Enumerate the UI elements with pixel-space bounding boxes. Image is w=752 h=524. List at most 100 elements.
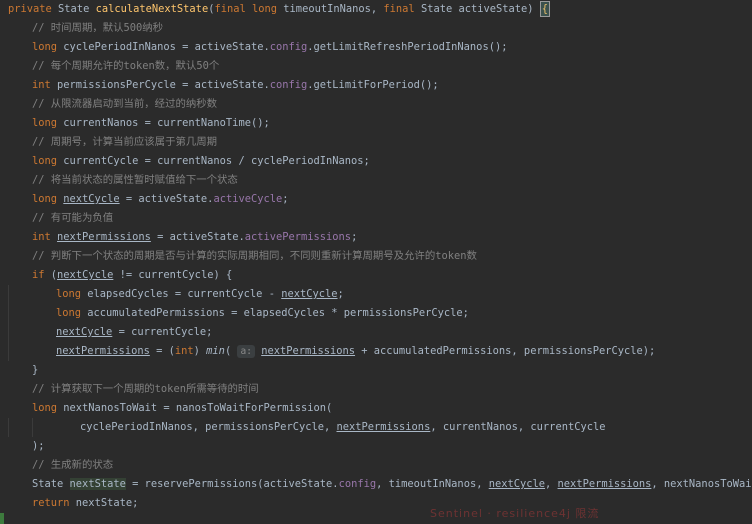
code-comment: // 有可能为负值 [32,212,114,224]
code-text: // 计算获取下一个周期的token所需等待的时间 [32,380,259,399]
code-line[interactable]: nextCycle = currentCycle; [0,323,752,342]
code-line[interactable]: // 生成新的状态 [0,456,752,475]
code-text: long currentNanos = currentNanoTime(); [32,114,270,133]
code-line[interactable]: long nextNanosToWait = nanosToWaitForPer… [0,399,752,418]
code-text: // 从限流器启动到当前，经过的纳秒数 [32,95,217,114]
code-text: if (nextCycle != currentCycle) { [32,266,232,285]
code-line[interactable]: // 周期号，计算当前应该属于第几周期 [0,133,752,152]
code-line[interactable]: // 将当前状态的属性暂时赋值给下一个状态 [0,171,752,190]
code-line[interactable]: // 时间周期，默认500纳秒 [0,19,752,38]
code-token: = reservePermissions(activeState. [125,478,339,490]
code-line[interactable]: long currentCycle = currentNanos / cycle… [0,152,752,171]
code-token: elapsedCycles = currentCycle - [87,288,282,300]
code-token: State [58,3,96,15]
code-line[interactable]: long nextCycle = activeState.activeCycle… [0,190,752,209]
reassigned-variable: nextCycle [281,288,338,300]
code-token: = currentCycle; [112,326,213,338]
code-line[interactable]: long cyclePeriodInNanos = activeState.co… [0,38,752,57]
code-token: ) [193,345,207,357]
keyword: long [32,402,64,414]
code-comment: // 计算获取下一个周期的token所需等待的时间 [32,383,259,395]
reassigned-variable: nextPermissions [336,421,431,433]
keyword: int [174,345,194,357]
code-text: int permissionsPerCycle = activeState.co… [32,76,439,95]
highlighted-identifier: nextState [69,478,126,490]
code-token: = activeState. [119,193,214,205]
reassigned-variable: nextPermissions [56,345,150,357]
code-line[interactable]: private State calculateNextState(final l… [0,0,752,19]
method-name: calculateNextState [95,3,209,15]
code-token: , [545,478,558,490]
code-token: ; [282,193,289,205]
code-token: + accumulatedPermissions, permissionsPer… [355,345,656,357]
code-token: = activeState. [150,231,245,243]
code-text: } [32,361,38,380]
keyword: long [32,41,64,53]
code-token: nextNanosToWait = nanosToWaitForPermissi… [63,402,333,414]
code-token: currentCycle = currentNanos / cyclePerio… [63,155,370,167]
keyword: long [32,155,64,167]
code-line[interactable]: cyclePeriodInNanos, permissionsPerCycle,… [0,418,752,437]
code-line[interactable]: int nextPermissions = activeState.active… [0,228,752,247]
code-line[interactable]: // 每个周期允许的token数，默认50个 [0,57,752,76]
code-line[interactable]: long elapsedCycles = currentCycle - next… [0,285,752,304]
gutter-marker [0,513,4,524]
keyword: int [32,79,58,91]
code-token: State [32,478,70,490]
static-method-call: min [206,345,225,357]
reassigned-variable: nextPermissions [57,231,151,243]
code-token: permissionsPerCycle = activeState. [57,79,270,91]
matched-brace: { [539,1,551,17]
code-token: timeoutInNanos, [283,3,384,15]
code-text: long nextCycle = activeState.activeCycle… [32,190,289,209]
code-token: , currentNanos, currentCycle [430,421,606,433]
code-text: cyclePeriodInNanos, permissionsPerCycle,… [80,418,606,437]
reassigned-variable: nextCycle [488,478,546,490]
code-token: .getLimitRefreshPeriodInNanos(); [307,41,508,53]
code-token: = ( [149,345,175,357]
code-comment: // 判断下一个状态的周期是否与计算的实际周期相同，不同则重新计算周期号及允许的… [32,250,477,262]
keyword: long [56,288,88,300]
code-line[interactable]: // 有可能为负值 [0,209,752,228]
keyword: if [32,269,51,281]
code-token: , nextNanosToWait); [651,478,752,490]
code-line[interactable]: if (nextCycle != currentCycle) { [0,266,752,285]
code-line[interactable]: State nextState = reservePermissions(act… [0,475,752,494]
code-text: return nextState; [32,494,138,513]
code-comment: // 从限流器启动到当前，经过的纳秒数 [32,98,218,110]
code-line[interactable]: long accumulatedPermissions = elapsedCyc… [0,304,752,323]
code-text: long accumulatedPermissions = elapsedCyc… [56,304,469,323]
code-token: cyclePeriodInNanos = activeState. [63,41,270,53]
code-text: // 周期号，计算当前应该属于第几周期 [32,133,217,152]
code-line[interactable]: return nextState; [0,494,752,513]
code-token: != currentCycle) { [113,269,233,281]
code-text: long elapsedCycles = currentCycle - next… [56,285,344,304]
code-line[interactable]: ); [0,437,752,456]
field-access: config [338,478,377,490]
code-token: ; [337,288,344,300]
code-line[interactable]: // 判断下一个状态的周期是否与计算的实际周期相同，不同则重新计算周期号及允许的… [0,247,752,266]
code-text: nextCycle = currentCycle; [56,323,212,342]
code-line[interactable]: // 从限流器启动到当前，经过的纳秒数 [0,95,752,114]
code-text: // 将当前状态的属性暂时赋值给下一个状态 [32,171,238,190]
code-token: ; [351,231,358,243]
code-comment: // 生成新的状态 [32,459,114,471]
code-line[interactable]: int permissionsPerCycle = activeState.co… [0,76,752,95]
code-token: currentNanos = currentNanoTime(); [63,117,270,129]
indent-guide [8,304,9,323]
reassigned-variable: nextCycle [57,269,114,281]
code-text: long nextNanosToWait = nanosToWaitForPer… [32,399,332,418]
field-access: config [269,79,308,91]
code-text: // 每个周期允许的token数，默认50个 [32,57,219,76]
keyword: long [32,117,64,129]
code-text: ); [32,437,45,456]
code-line[interactable]: } [0,361,752,380]
code-comment: // 将当前状态的属性暂时赋值给下一个状态 [32,174,238,186]
code-line[interactable]: // 计算获取下一个周期的token所需等待的时间 [0,380,752,399]
code-text: long cyclePeriodInNanos = activeState.co… [32,38,507,57]
code-text: long currentCycle = currentNanos / cycle… [32,152,370,171]
keyword: private [8,3,59,15]
code-line[interactable]: nextPermissions = (int) min( a: nextPerm… [0,342,752,361]
code-editor[interactable]: private State calculateNextState (final l… [0,0,752,524]
code-line[interactable]: long currentNanos = currentNanoTime(); [0,114,752,133]
